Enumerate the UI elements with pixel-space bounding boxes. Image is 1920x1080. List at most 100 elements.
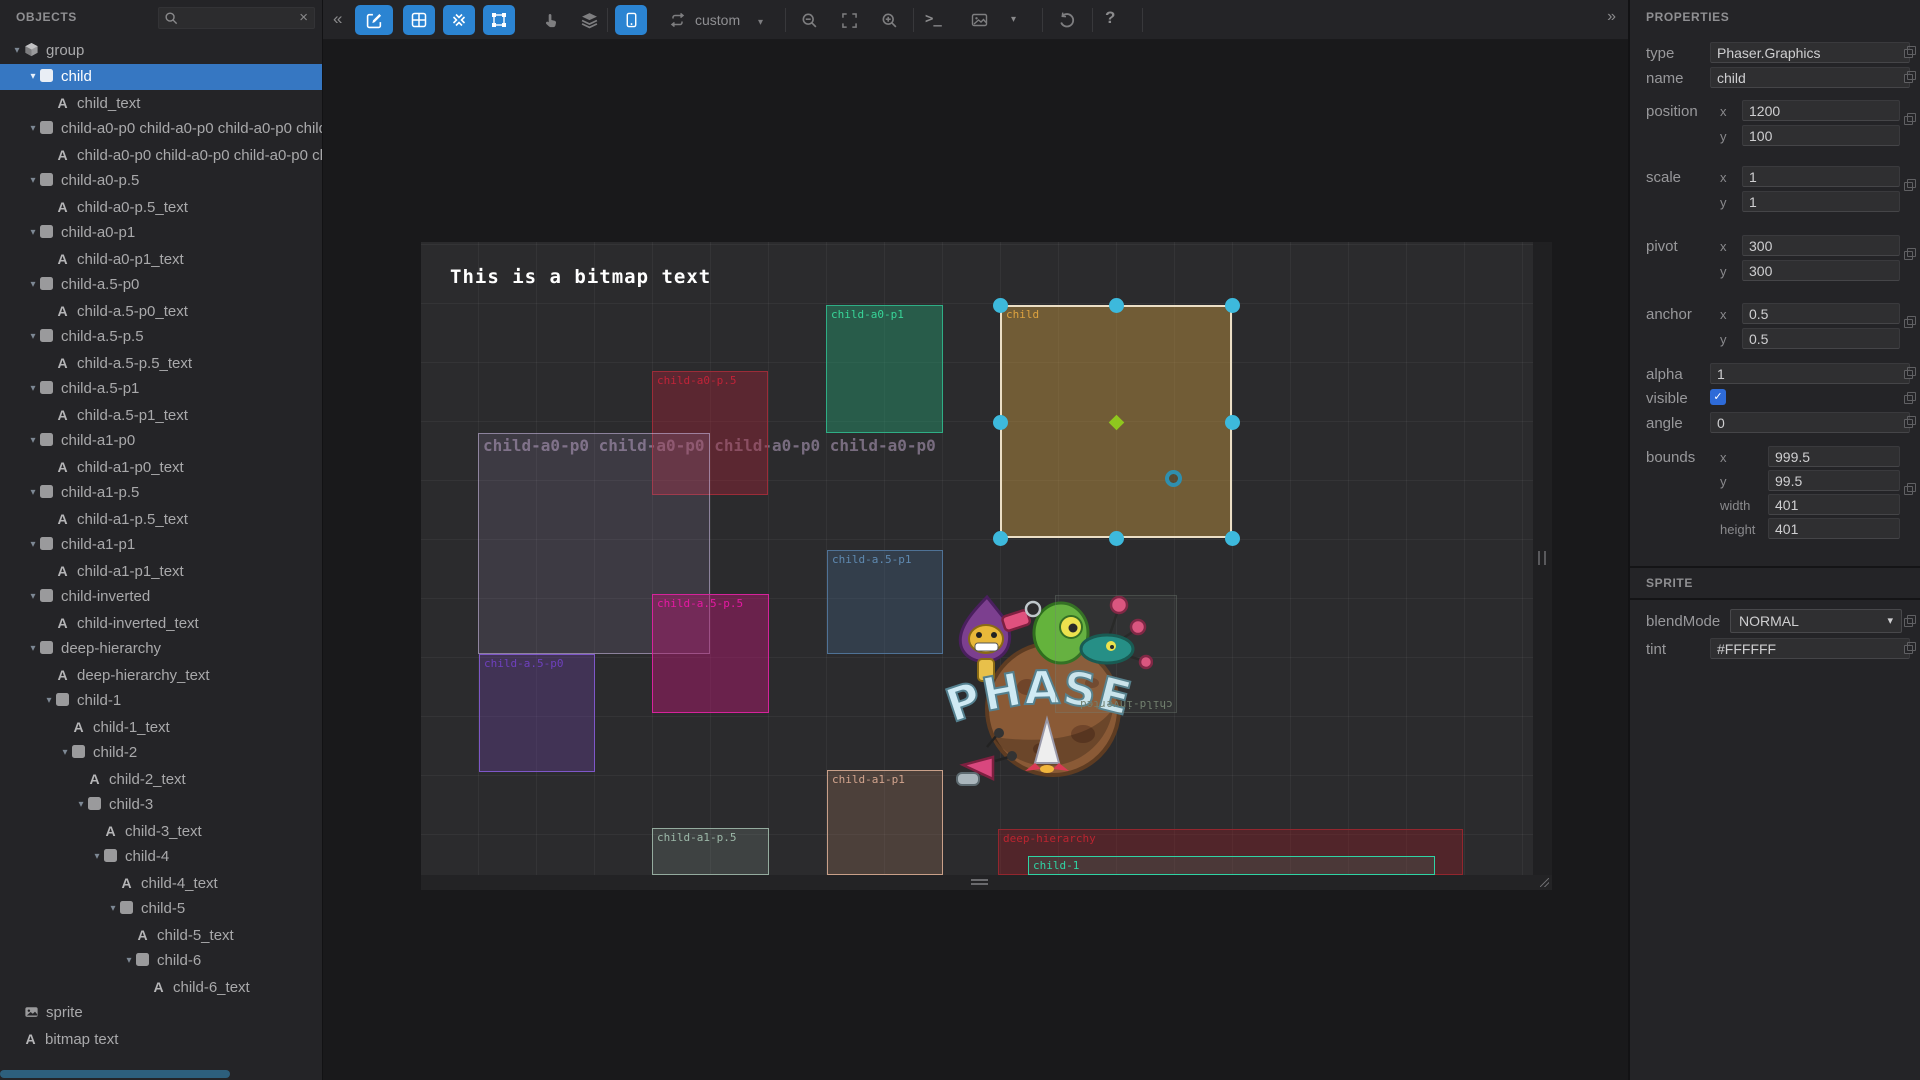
anchor-y-field[interactable] [1742,328,1900,349]
tree-item[interactable]: Achild-a0-p1_text [0,246,323,272]
tree-item[interactable]: ▾child-a.5-p.5 [0,324,323,350]
blendmode-select[interactable]: NORMAL ▾ [1730,609,1902,633]
tree-item[interactable]: ▾child [0,64,323,90]
help-icon[interactable]: ? [1105,8,1115,28]
screenshot-button[interactable] [963,5,995,35]
tree-horizontal-scrollbar[interactable] [0,1070,230,1078]
position-y-field[interactable] [1742,125,1900,146]
tree-item[interactable]: Achild_text [0,90,323,116]
canvas-rect[interactable]: child-inverted [1055,595,1177,713]
selection-handle[interactable] [1225,298,1240,313]
expander-arrow-icon[interactable]: ▾ [10,38,24,64]
canvas-corner-grip-icon[interactable] [1540,878,1549,887]
search-clear-icon[interactable]: × [299,9,308,26]
tree-item[interactable]: ▾child-a0-p0 child-a0-p0 child-a0-p0 chi… [0,116,323,142]
expander-arrow-icon[interactable]: ▾ [42,688,56,714]
canvas-rect[interactable]: child-a.5-p0 [479,654,595,772]
zoom-in-button[interactable] [873,5,905,35]
expander-arrow-icon[interactable]: ▾ [26,116,40,142]
tree-item[interactable]: ▾child-a1-p.5 [0,480,323,506]
anchor-marker[interactable] [1165,470,1182,487]
transform-button[interactable] [483,5,515,35]
expander-arrow-icon[interactable]: ▾ [74,792,88,818]
tree-item[interactable]: ▾child-a0-p.5 [0,168,323,194]
canvas-vertical-scrollbar[interactable] [1533,242,1552,875]
tree-item[interactable]: ▾child-6 [0,948,323,974]
bitmap-text-object[interactable]: This is a bitmap text [450,266,711,288]
canvas-rect[interactable]: child-a.5-p1 [827,550,943,654]
bounds-y-field[interactable] [1768,470,1900,491]
position-x-field[interactable] [1742,100,1900,121]
tree-item[interactable]: ▾child-4 [0,844,323,870]
expander-arrow-icon[interactable]: ▾ [26,324,40,350]
copy-icon[interactable] [1904,71,1916,83]
expander-arrow-icon[interactable]: ▾ [26,272,40,298]
tree-item[interactable]: ▾deep-hierarchy [0,636,323,662]
tree-item[interactable]: ▾child-3 [0,792,323,818]
copy-icon[interactable] [1904,46,1916,58]
center-view-button[interactable] [443,5,475,35]
canvas-rect[interactable]: child-a1-p.5 [652,828,769,875]
refresh-loop-button[interactable] [661,5,693,35]
copy-icon[interactable] [1904,615,1916,627]
copy-icon[interactable] [1904,392,1916,404]
tree-item[interactable]: Achild-inverted_text [0,610,323,636]
preset-dropdown[interactable]: custom ▾ [695,0,763,40]
search-input[interactable] [183,8,293,28]
tree-item[interactable]: Achild-a.5-p.5_text [0,350,323,376]
selection-handle[interactable] [993,298,1008,313]
tree-item[interactable]: Achild-6_text [0,974,323,1000]
hand-tool-button[interactable] [535,5,567,35]
undo-button[interactable] [1051,5,1083,35]
tree-item[interactable]: ▾child-a.5-p0 [0,272,323,298]
expander-arrow-icon[interactable]: ▾ [26,428,40,454]
copy-icon[interactable] [1904,179,1916,191]
selection-handle[interactable] [1225,531,1240,546]
selection-handle[interactable] [993,531,1008,546]
expander-arrow-icon[interactable]: ▾ [26,168,40,194]
device-preview-button[interactable] [615,5,647,35]
pivot-x-field[interactable] [1742,235,1900,256]
copy-icon[interactable] [1904,367,1916,379]
tree-item[interactable]: Achild-a1-p.5_text [0,506,323,532]
tree-item[interactable]: Achild-a.5-p1_text [0,402,323,428]
canvas-rect[interactable]: child-a.5-p.5 [652,594,769,713]
tree-item[interactable]: Achild-1_text [0,714,323,740]
visible-checkbox[interactable]: ✓ [1710,389,1726,405]
edit-mode-button[interactable] [355,5,393,35]
tree-item[interactable]: Adeep-hierarchy_text [0,662,323,688]
fit-screen-button[interactable] [833,5,865,35]
tree-item[interactable]: Achild-a0-p.5_text [0,194,323,220]
copy-icon[interactable] [1904,642,1916,654]
bounds-height-field[interactable] [1768,518,1900,539]
tree-item[interactable]: ▾child-a.5-p1 [0,376,323,402]
tree-item[interactable]: ▾child-a1-p1 [0,532,323,558]
tree-item[interactable]: Achild-3_text [0,818,323,844]
tree-item[interactable]: Achild-a1-p0_text [0,454,323,480]
layers-button[interactable] [573,5,605,35]
scale-y-field[interactable] [1742,191,1900,212]
tree-item[interactable]: ▾child-5 [0,896,323,922]
alpha-field[interactable] [1710,363,1910,384]
tree-item[interactable]: ▾child-2 [0,740,323,766]
canvas-rect[interactable]: child-a1-p1 [827,770,943,875]
tree-item[interactable]: ▾child-1 [0,688,323,714]
terminal-icon[interactable]: >_ [925,11,942,27]
selection-handle[interactable] [1225,415,1240,430]
selection-handle[interactable] [1109,531,1124,546]
expander-arrow-icon[interactable]: ▾ [26,376,40,402]
stage-canvas[interactable]: This is a bitmap text child-a0-p0 child-… [421,242,1533,875]
selection-handle[interactable] [993,415,1008,430]
tint-field[interactable] [1710,638,1910,659]
name-field[interactable] [1710,67,1910,88]
expander-arrow-icon[interactable]: ▾ [106,896,120,922]
tree-item[interactable]: Achild-2_text [0,766,323,792]
collapse-right-icon[interactable]: » [1607,8,1616,26]
canvas-vertical-scrollbar-thumb[interactable] [1538,551,1546,565]
tree-item[interactable]: Abitmap text [0,1026,323,1052]
expander-arrow-icon[interactable]: ▾ [90,844,104,870]
tree-item[interactable]: ▾group [0,38,323,64]
scale-x-field[interactable] [1742,166,1900,187]
bounds-x-field[interactable] [1768,446,1900,467]
tree-item[interactable]: Achild-a.5-p0_text [0,298,323,324]
